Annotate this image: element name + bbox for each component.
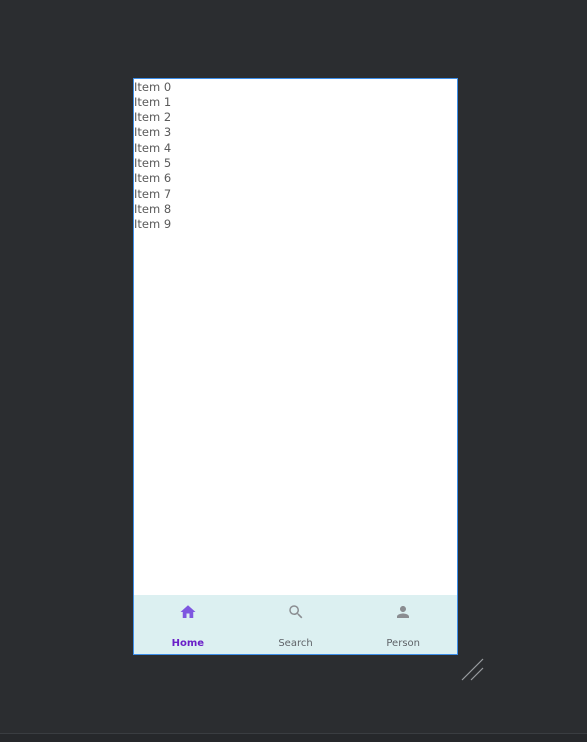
list-item[interactable]: Item 6 — [134, 171, 171, 186]
list-item[interactable]: Item 3 — [134, 125, 171, 140]
list-item[interactable]: Item 4 — [134, 141, 171, 156]
list-item[interactable]: Item 7 — [134, 187, 171, 202]
nav-label-home: Home — [171, 638, 205, 649]
home-icon — [180, 605, 196, 618]
list-item[interactable]: Item 0 — [134, 80, 171, 95]
nav-item-home[interactable]: Home — [134, 595, 242, 654]
status-strip — [0, 733, 587, 742]
person-icon — [397, 606, 410, 618]
nav-label-search: Search — [278, 638, 313, 649]
resize-handle-icon[interactable] — [461, 658, 485, 682]
list-item[interactable]: Item 8 — [134, 202, 171, 217]
nav-label-person: Person — [386, 638, 420, 649]
device-preview-frame: Item 0 Item 1 Item 2 Item 3 Item 4 Item … — [133, 78, 458, 655]
list-item[interactable]: Item 9 — [134, 217, 171, 232]
search-icon — [288, 605, 302, 619]
item-list: Item 0 Item 1 Item 2 Item 3 Item 4 Item … — [134, 79, 171, 232]
list-item[interactable]: Item 2 — [134, 110, 171, 125]
nav-item-search[interactable]: Search — [242, 595, 350, 654]
list-item[interactable]: Item 5 — [134, 156, 171, 171]
bottom-navigation-bar: Home Search Person — [134, 595, 457, 654]
nav-item-person[interactable]: Person — [349, 595, 457, 654]
list-item[interactable]: Item 1 — [134, 95, 171, 110]
